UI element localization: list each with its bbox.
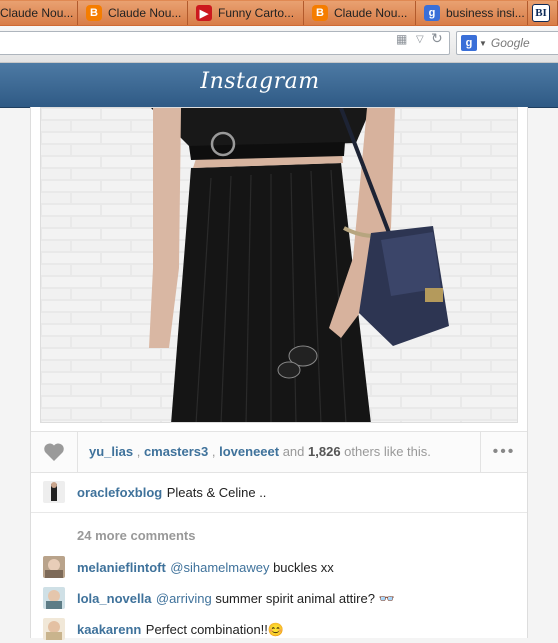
more-options-button[interactable]: •••: [480, 432, 527, 472]
browser-nav-bar: ▦ ▽ ↻ g ▼: [0, 26, 558, 63]
comment-line: lola_novella @arriving summer spirit ani…: [77, 590, 395, 608]
blogger-icon: B: [86, 5, 102, 21]
browser-tab-5[interactable]: g business insi...: [416, 1, 528, 25]
caption-line: oraclefoxblog Pleats & Celine ..: [77, 484, 266, 502]
history-dropdown-icon[interactable]: ▽: [416, 34, 424, 45]
post-caption: oraclefoxblog Pleats & Celine ..: [31, 472, 527, 513]
likes-tail-text: others like this.: [340, 444, 431, 459]
blogger-icon: B: [312, 5, 328, 21]
avatar[interactable]: [43, 618, 65, 640]
comment-item: lola_novella @arriving summer spirit ani…: [31, 584, 527, 612]
liker-link[interactable]: loveneeet: [219, 444, 279, 459]
browser-tab-2[interactable]: B Claude Nou...: [78, 1, 188, 25]
tab-label: business insi...: [446, 6, 525, 20]
avatar-image: [43, 618, 65, 640]
avatar-image: [43, 481, 65, 503]
liker-link[interactable]: yu_lias: [89, 444, 133, 459]
search-input[interactable]: [490, 36, 551, 50]
liker-link[interactable]: cmasters3: [144, 444, 208, 459]
chevron-down-icon[interactable]: ▼: [479, 39, 487, 48]
comment-text: Perfect combination!!😊: [145, 622, 285, 637]
avatar-image: [43, 556, 65, 578]
browser-tab-bar: Claude Nou... B Claude Nou... ▶ Funny Ca…: [0, 0, 558, 26]
post-photo[interactable]: [40, 107, 518, 423]
tab-label: Claude Nou...: [334, 6, 408, 20]
browser-tab-6[interactable]: BI: [528, 1, 558, 25]
browser-tab-1[interactable]: Claude Nou...: [0, 1, 78, 25]
avatar[interactable]: [43, 556, 65, 578]
youtube-icon: ▶: [196, 5, 212, 21]
comment-username[interactable]: lola_novella: [77, 591, 151, 606]
search-engine-icon[interactable]: g: [461, 35, 477, 51]
post-card: yu_lias , cmasters3 , loveneeet and 1,82…: [30, 107, 528, 640]
likes-summary: yu_lias , cmasters3 , loveneeet and 1,82…: [89, 444, 431, 459]
comment-username[interactable]: kaakarenn: [77, 622, 141, 637]
url-bar[interactable]: [0, 31, 450, 55]
like-button[interactable]: [31, 432, 78, 472]
tab-label: Funny Carto...: [218, 6, 295, 20]
comment-item: kaakarenn Perfect combination!!😊: [31, 615, 527, 643]
post-photo-image: [41, 108, 517, 422]
browser-tab-4[interactable]: B Claude Nou...: [304, 1, 416, 25]
more-comments-link[interactable]: 24 more comments: [77, 528, 196, 543]
avatar[interactable]: [43, 481, 65, 503]
tab-label: Claude Nou...: [108, 6, 182, 20]
likes-count[interactable]: 1,826: [308, 444, 341, 459]
comment-line: kaakarenn Perfect combination!!😊: [77, 621, 284, 639]
bookmark-page-icon[interactable]: ▦: [396, 32, 407, 46]
instagram-header: Instagram: [0, 63, 558, 108]
search-box[interactable]: g ▼: [456, 31, 558, 55]
caption-username[interactable]: oraclefoxblog: [77, 485, 162, 500]
business-insider-icon: BI: [532, 4, 550, 22]
comment-mention[interactable]: @sihamelmawey: [170, 560, 269, 575]
likes-bar: yu_lias , cmasters3 , loveneeet and 1,82…: [31, 431, 527, 473]
comment-username[interactable]: melanieflintoft: [77, 560, 166, 575]
instagram-logo[interactable]: Instagram: [0, 69, 520, 94]
google-icon: g: [424, 5, 440, 21]
browser-tab-3[interactable]: ▶ Funny Carto...: [188, 1, 304, 25]
comment-mention[interactable]: @arriving: [156, 591, 212, 606]
comment-text: summer spirit animal attire? 👓: [211, 591, 395, 606]
comment-text: buckles xx: [269, 560, 334, 575]
avatar-image: [43, 587, 65, 609]
heart-icon: [44, 443, 64, 461]
likes-mid-text: and: [279, 444, 309, 459]
reload-icon[interactable]: ↻: [431, 30, 443, 47]
avatar[interactable]: [43, 587, 65, 609]
caption-text: Pleats & Celine ..: [166, 485, 267, 500]
comment-item: melanieflintoft @sihamelmawey buckles xx: [31, 553, 527, 581]
tab-label: Claude Nou...: [0, 6, 74, 20]
comment-line: melanieflintoft @sihamelmawey buckles xx: [77, 559, 334, 577]
